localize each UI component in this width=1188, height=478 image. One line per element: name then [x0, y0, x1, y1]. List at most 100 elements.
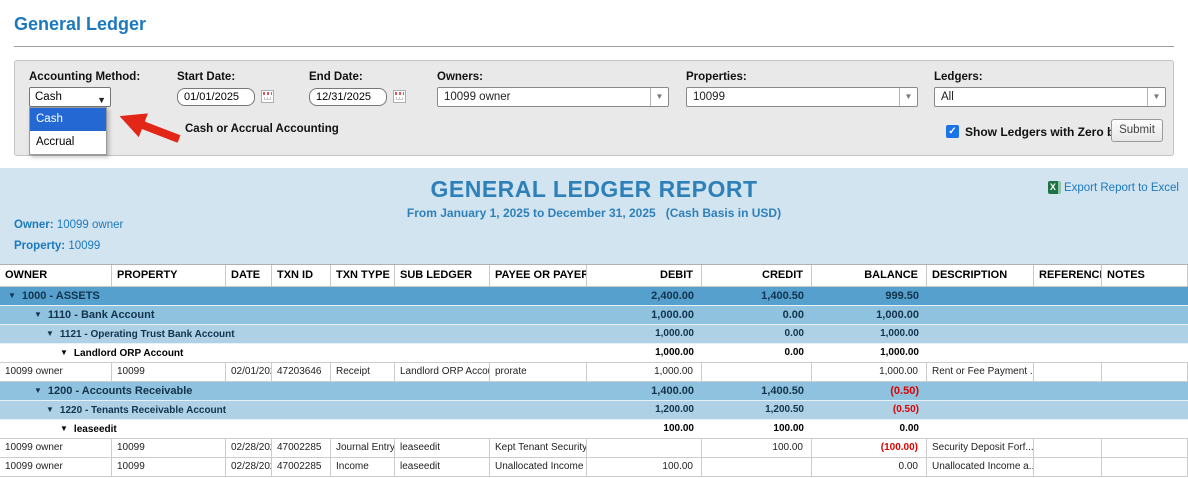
owner-label: Owner:	[14, 219, 54, 231]
properties-label: Properties:	[686, 71, 747, 83]
group-row[interactable]: ▼ 1000 - ASSETS 2,400.001,400.50999.50	[0, 287, 1188, 306]
owners-label: Owners:	[437, 71, 483, 83]
group-label: 1200 - Accounts Receivable	[48, 385, 193, 397]
group-label: 1121 - Operating Trust Bank Account	[60, 329, 235, 340]
column-header-reference: REFERENCE	[1034, 265, 1102, 286]
cell-balance: 1,000.00	[812, 325, 927, 343]
ledger-table: OWNERPROPERTYDATETXN IDTXN TYPESUB LEDGE…	[0, 264, 1188, 477]
group-row[interactable]: ▼ 1121 - Operating Trust Bank Account 1,00…	[0, 325, 1188, 344]
cell-credit: 1,400.50	[702, 287, 812, 305]
cell-debit: 1,200.00	[587, 401, 702, 419]
cell-debit: 1,000.00	[587, 344, 702, 362]
calendar-icon[interactable]	[261, 90, 274, 103]
column-header-description: DESCRIPTION	[927, 265, 1034, 286]
property-label: Property:	[14, 240, 65, 252]
cell-debit: 2,400.00	[587, 287, 702, 305]
group-row[interactable]: ▼1110 - Bank Account1,000.000.001,000.00	[0, 306, 1188, 325]
group-row-filler	[927, 382, 1188, 400]
zero-balance-checkbox[interactable]: ✓	[946, 125, 959, 138]
cell-balance: 999.50	[812, 287, 927, 305]
cell-txn_type: Income	[331, 458, 395, 476]
cell-debit: 100.00	[587, 458, 702, 476]
collapse-triangle-icon[interactable]: ▼	[60, 424, 68, 433]
cell-notes	[1102, 458, 1188, 476]
column-header-owner: OWNER	[0, 265, 112, 286]
owner-line: Owner: 10099 owner	[14, 219, 123, 231]
cell-txn_id: 47002285	[272, 458, 331, 476]
accounting-method-select[interactable]: Cash ▼	[29, 87, 111, 107]
ledger-row: 10099 owner1009902/01/202547203646Receip…	[0, 363, 1188, 382]
cell-payee: Kept Tenant Security De...	[490, 439, 587, 457]
excel-icon: X	[1048, 181, 1061, 194]
cell-date: 02/01/2025	[226, 363, 272, 381]
properties-combobox[interactable]: 10099 ▼	[686, 87, 918, 107]
chevron-down-icon[interactable]: ▼	[1147, 88, 1165, 106]
cell-date: 02/28/2025	[226, 458, 272, 476]
collapse-triangle-icon[interactable]: ▼	[60, 348, 68, 357]
cell-credit: 0.00	[702, 344, 812, 362]
cell-owner: 10099 owner	[0, 439, 112, 457]
start-date-input[interactable]	[177, 88, 255, 106]
group-label: 1220 - Tenants Receivable Account	[60, 405, 226, 416]
accounting-method-value: Cash	[35, 91, 62, 103]
collapse-triangle-icon[interactable]: ▼	[8, 291, 16, 300]
group-row[interactable]: ▼leaseedit100.00100.000.00	[0, 420, 1188, 439]
group-label: Landlord ORP Account	[74, 348, 183, 359]
cell-balance: (0.50)	[812, 401, 927, 419]
cell-reference	[1034, 458, 1102, 476]
cell-debit: 1,000.00	[587, 363, 702, 381]
group-row[interactable]: ▼Landlord ORP Account1,000.000.001,000.0…	[0, 344, 1188, 363]
column-header-sub_ledger: SUB LEDGER	[395, 265, 490, 286]
cell-sub_ledger: leaseedit	[395, 458, 490, 476]
export-to-excel-link[interactable]: X Export Report to Excel	[1048, 181, 1179, 194]
end-date-input[interactable]	[309, 88, 387, 106]
collapse-triangle-icon[interactable]: ▼	[34, 310, 42, 319]
group-label: leaseedit	[74, 424, 117, 435]
cell-debit: 1,000.00	[587, 325, 702, 343]
cell-txn_id: 47002285	[272, 439, 331, 457]
property-line: Property: 10099	[14, 240, 100, 252]
chevron-down-icon[interactable]: ▼	[899, 88, 917, 106]
cell-debit: 100.00	[587, 420, 702, 438]
group-row-filler	[927, 325, 1188, 343]
title-divider	[14, 46, 1174, 47]
cell-credit: 1,200.50	[702, 401, 812, 419]
cell-notes	[1102, 439, 1188, 457]
column-header-notes: NOTES	[1102, 265, 1188, 286]
ledger-row: 10099 owner1009902/28/202547002285Income…	[0, 458, 1188, 477]
dropdown-option-accrual[interactable]: Accrual	[30, 131, 106, 154]
column-header-property: PROPERTY	[112, 265, 226, 286]
annotation-arrow-icon	[103, 107, 189, 145]
cell-description: Unallocated Income a...	[927, 458, 1034, 476]
owners-combobox[interactable]: 10099 owner ▼	[437, 87, 669, 107]
cell-credit: 100.00	[702, 439, 812, 457]
calendar-icon[interactable]	[393, 90, 406, 103]
ledgers-combobox[interactable]: All ▼	[934, 87, 1166, 107]
column-header-credit: CREDIT	[702, 265, 812, 286]
cell-credit: 0.00	[702, 306, 812, 324]
cell-sub_ledger: Landlord ORP Account	[395, 363, 490, 381]
group-row-filler	[927, 344, 1188, 362]
cell-txn_type: Receipt	[331, 363, 395, 381]
owner-value: 10099 owner	[57, 219, 124, 231]
group-row[interactable]: ▼ 1220 - Tenants Receivable Account 1,200.…	[0, 401, 1188, 420]
collapse-triangle-icon[interactable]: ▼	[46, 405, 54, 414]
filter-bar: Accounting Method: Cash ▼ Cash Accrual C…	[14, 60, 1174, 156]
cell-credit: 100.00	[702, 420, 812, 438]
collapse-triangle-icon[interactable]: ▼	[46, 329, 54, 338]
column-header-debit: DEBIT	[587, 265, 702, 286]
properties-value: 10099	[687, 88, 917, 106]
cell-balance: 1,000.00	[812, 306, 927, 324]
dropdown-option-cash[interactable]: Cash	[30, 108, 106, 131]
group-row[interactable]: ▼1200 - Accounts Receivable1,400.001,400…	[0, 382, 1188, 401]
cell-notes	[1102, 363, 1188, 381]
submit-button[interactable]: Submit	[1111, 119, 1163, 142]
group-label: 1000 - ASSETS	[22, 290, 100, 302]
cell-credit: 1,400.50	[702, 382, 812, 400]
ledgers-label: Ledgers:	[934, 71, 983, 83]
cell-balance: 0.00	[812, 458, 927, 476]
accounting-method-label: Accounting Method:	[29, 71, 140, 83]
cell-reference	[1034, 363, 1102, 381]
collapse-triangle-icon[interactable]: ▼	[34, 386, 42, 395]
chevron-down-icon[interactable]: ▼	[650, 88, 668, 106]
